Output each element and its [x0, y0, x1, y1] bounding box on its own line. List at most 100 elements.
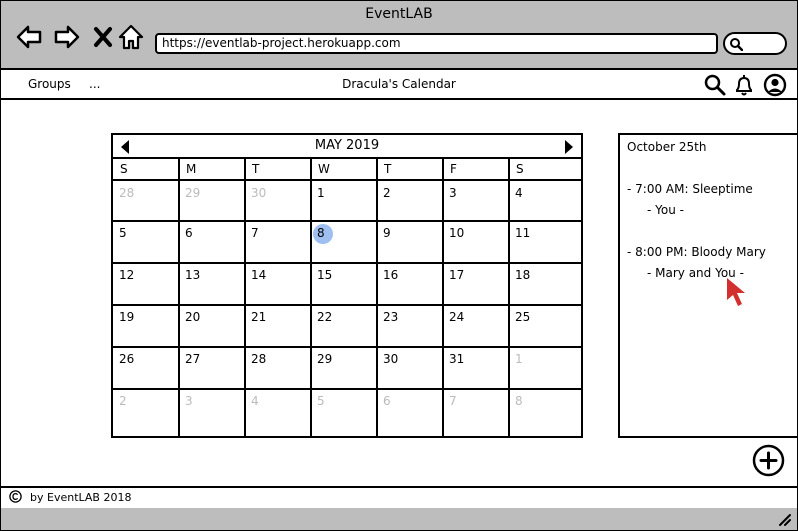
- day-number: 2: [383, 186, 391, 200]
- app-window: EventLAB https://eventlab-project.heroku…: [0, 0, 798, 531]
- weekday-label: T: [384, 162, 392, 176]
- day-number: 18: [515, 268, 531, 282]
- calendar-day[interactable]: 7: [443, 389, 509, 436]
- calendar-day[interactable]: 31: [443, 347, 509, 389]
- day-number: 2: [119, 394, 127, 408]
- day-number: 6: [383, 394, 391, 408]
- day-number: 15: [317, 268, 333, 282]
- calendar-day[interactable]: 3: [443, 181, 509, 221]
- day-number: 10: [449, 226, 465, 240]
- calendar-day[interactable]: 28: [245, 347, 311, 389]
- calendar-day[interactable]: 29: [179, 181, 245, 221]
- calendar-day[interactable]: 6: [179, 221, 245, 263]
- browser-search-box[interactable]: [723, 32, 787, 55]
- calendar-day[interactable]: 26: [113, 347, 179, 389]
- weekday-header-row: SMTWTFS: [113, 159, 581, 181]
- resize-grip-icon[interactable]: [777, 512, 791, 526]
- calendar-day[interactable]: 23: [377, 305, 443, 347]
- day-number: 28: [251, 352, 267, 366]
- weekday-label: S: [120, 162, 128, 176]
- weekday-label: M: [186, 162, 197, 176]
- day-number: 13: [185, 268, 201, 282]
- calendar-day[interactable]: 22: [311, 305, 377, 347]
- footer: by EventLAB 2018: [1, 486, 797, 510]
- calendar-day[interactable]: 30: [245, 181, 311, 221]
- day-number: 14: [251, 268, 267, 282]
- calendar-day[interactable]: 5: [311, 389, 377, 436]
- calendar-day[interactable]: 25: [509, 305, 575, 347]
- calendar-day[interactable]: 12: [113, 263, 179, 305]
- window-title: EventLAB: [365, 6, 433, 22]
- day-number: 4: [515, 186, 523, 200]
- close-x-icon[interactable]: [89, 23, 117, 51]
- day-number: 22: [317, 310, 333, 324]
- day-number: 26: [119, 352, 135, 366]
- forward-arrow-icon[interactable]: [53, 23, 81, 51]
- day-number: 28: [119, 186, 135, 200]
- calendar-day[interactable]: 14: [245, 263, 311, 305]
- calendar-day[interactable]: 8: [509, 389, 575, 436]
- calendar-day[interactable]: 5: [113, 221, 179, 263]
- calendar-day[interactable]: 30: [377, 347, 443, 389]
- status-bar: [1, 508, 797, 530]
- calendar-day[interactable]: 17: [443, 263, 509, 305]
- calendar-day[interactable]: 1: [311, 181, 377, 221]
- day-number: 29: [317, 352, 333, 366]
- grid-divider: [376, 159, 378, 436]
- calendar-day[interactable]: 21: [245, 305, 311, 347]
- home-icon[interactable]: [117, 23, 145, 51]
- url-bar[interactable]: https://eventlab-project.herokuapp.com: [155, 33, 718, 54]
- event-line[interactable]: - 8:00 PM: Bloody Mary: [627, 245, 766, 259]
- calendar-day[interactable]: 9: [377, 221, 443, 263]
- calendar-day[interactable]: 10: [443, 221, 509, 263]
- day-number: 5: [119, 226, 127, 240]
- calendar-day[interactable]: 24: [443, 305, 509, 347]
- calendar-day[interactable]: 6: [377, 389, 443, 436]
- mouse-pointer-icon: [727, 278, 745, 306]
- calendar-day[interactable]: 1: [509, 347, 575, 389]
- calendar-day[interactable]: 27: [179, 347, 245, 389]
- add-event-button[interactable]: [752, 444, 785, 477]
- day-number: 7: [449, 394, 457, 408]
- day-number: 1: [317, 186, 325, 200]
- calendar-day[interactable]: 2: [377, 181, 443, 221]
- day-events-panel: October 25th - 7:00 AM: Sleeptime - You …: [618, 133, 797, 438]
- day-number: 6: [185, 226, 193, 240]
- grid-divider: [244, 159, 246, 436]
- day-number: 27: [185, 352, 201, 366]
- search-icon[interactable]: [703, 73, 727, 97]
- grid-divider: [310, 159, 312, 436]
- calendar-day[interactable]: 4: [509, 181, 575, 221]
- day-number: 29: [185, 186, 201, 200]
- day-number: 21: [251, 310, 267, 324]
- weekday-label: S: [516, 162, 524, 176]
- event-line[interactable]: - 7:00 AM: Sleeptime: [627, 182, 753, 196]
- calendar-day[interactable]: 2: [113, 389, 179, 436]
- user-avatar-icon[interactable]: [763, 73, 787, 97]
- calendar-day[interactable]: 4: [245, 389, 311, 436]
- calendar-header: MAY 2019: [113, 135, 581, 159]
- calendar-day[interactable]: 7: [245, 221, 311, 263]
- calendar-day[interactable]: 16: [377, 263, 443, 305]
- calendar-day[interactable]: 13: [179, 263, 245, 305]
- calendar-day[interactable]: 29: [311, 347, 377, 389]
- panel-date: October 25th: [627, 140, 707, 154]
- next-month-icon[interactable]: [565, 140, 573, 154]
- calendar-day[interactable]: 18: [509, 263, 575, 305]
- day-number: 23: [383, 310, 399, 324]
- calendar-day[interactable]: 3: [179, 389, 245, 436]
- app-header: Groups ... Dracula's Calendar: [1, 70, 797, 100]
- day-number: 3: [449, 186, 457, 200]
- weekday-label: T: [252, 162, 260, 176]
- calendar-day[interactable]: 11: [509, 221, 575, 263]
- calendar-day-today[interactable]: 8: [311, 221, 377, 263]
- footer-text: by EventLAB 2018: [30, 491, 132, 504]
- calendar-day[interactable]: 28: [113, 181, 179, 221]
- calendar-day[interactable]: 15: [311, 263, 377, 305]
- calendar-day[interactable]: 20: [179, 305, 245, 347]
- calendar-day[interactable]: 19: [113, 305, 179, 347]
- day-number: 9: [383, 226, 391, 240]
- month-calendar: MAY 2019 SMTWTFS 28 29 30 1 2 3 4 5 6 7 8 9 10 11 12 13…: [111, 133, 583, 438]
- back-arrow-icon[interactable]: [15, 23, 43, 51]
- bell-icon[interactable]: [732, 73, 756, 97]
